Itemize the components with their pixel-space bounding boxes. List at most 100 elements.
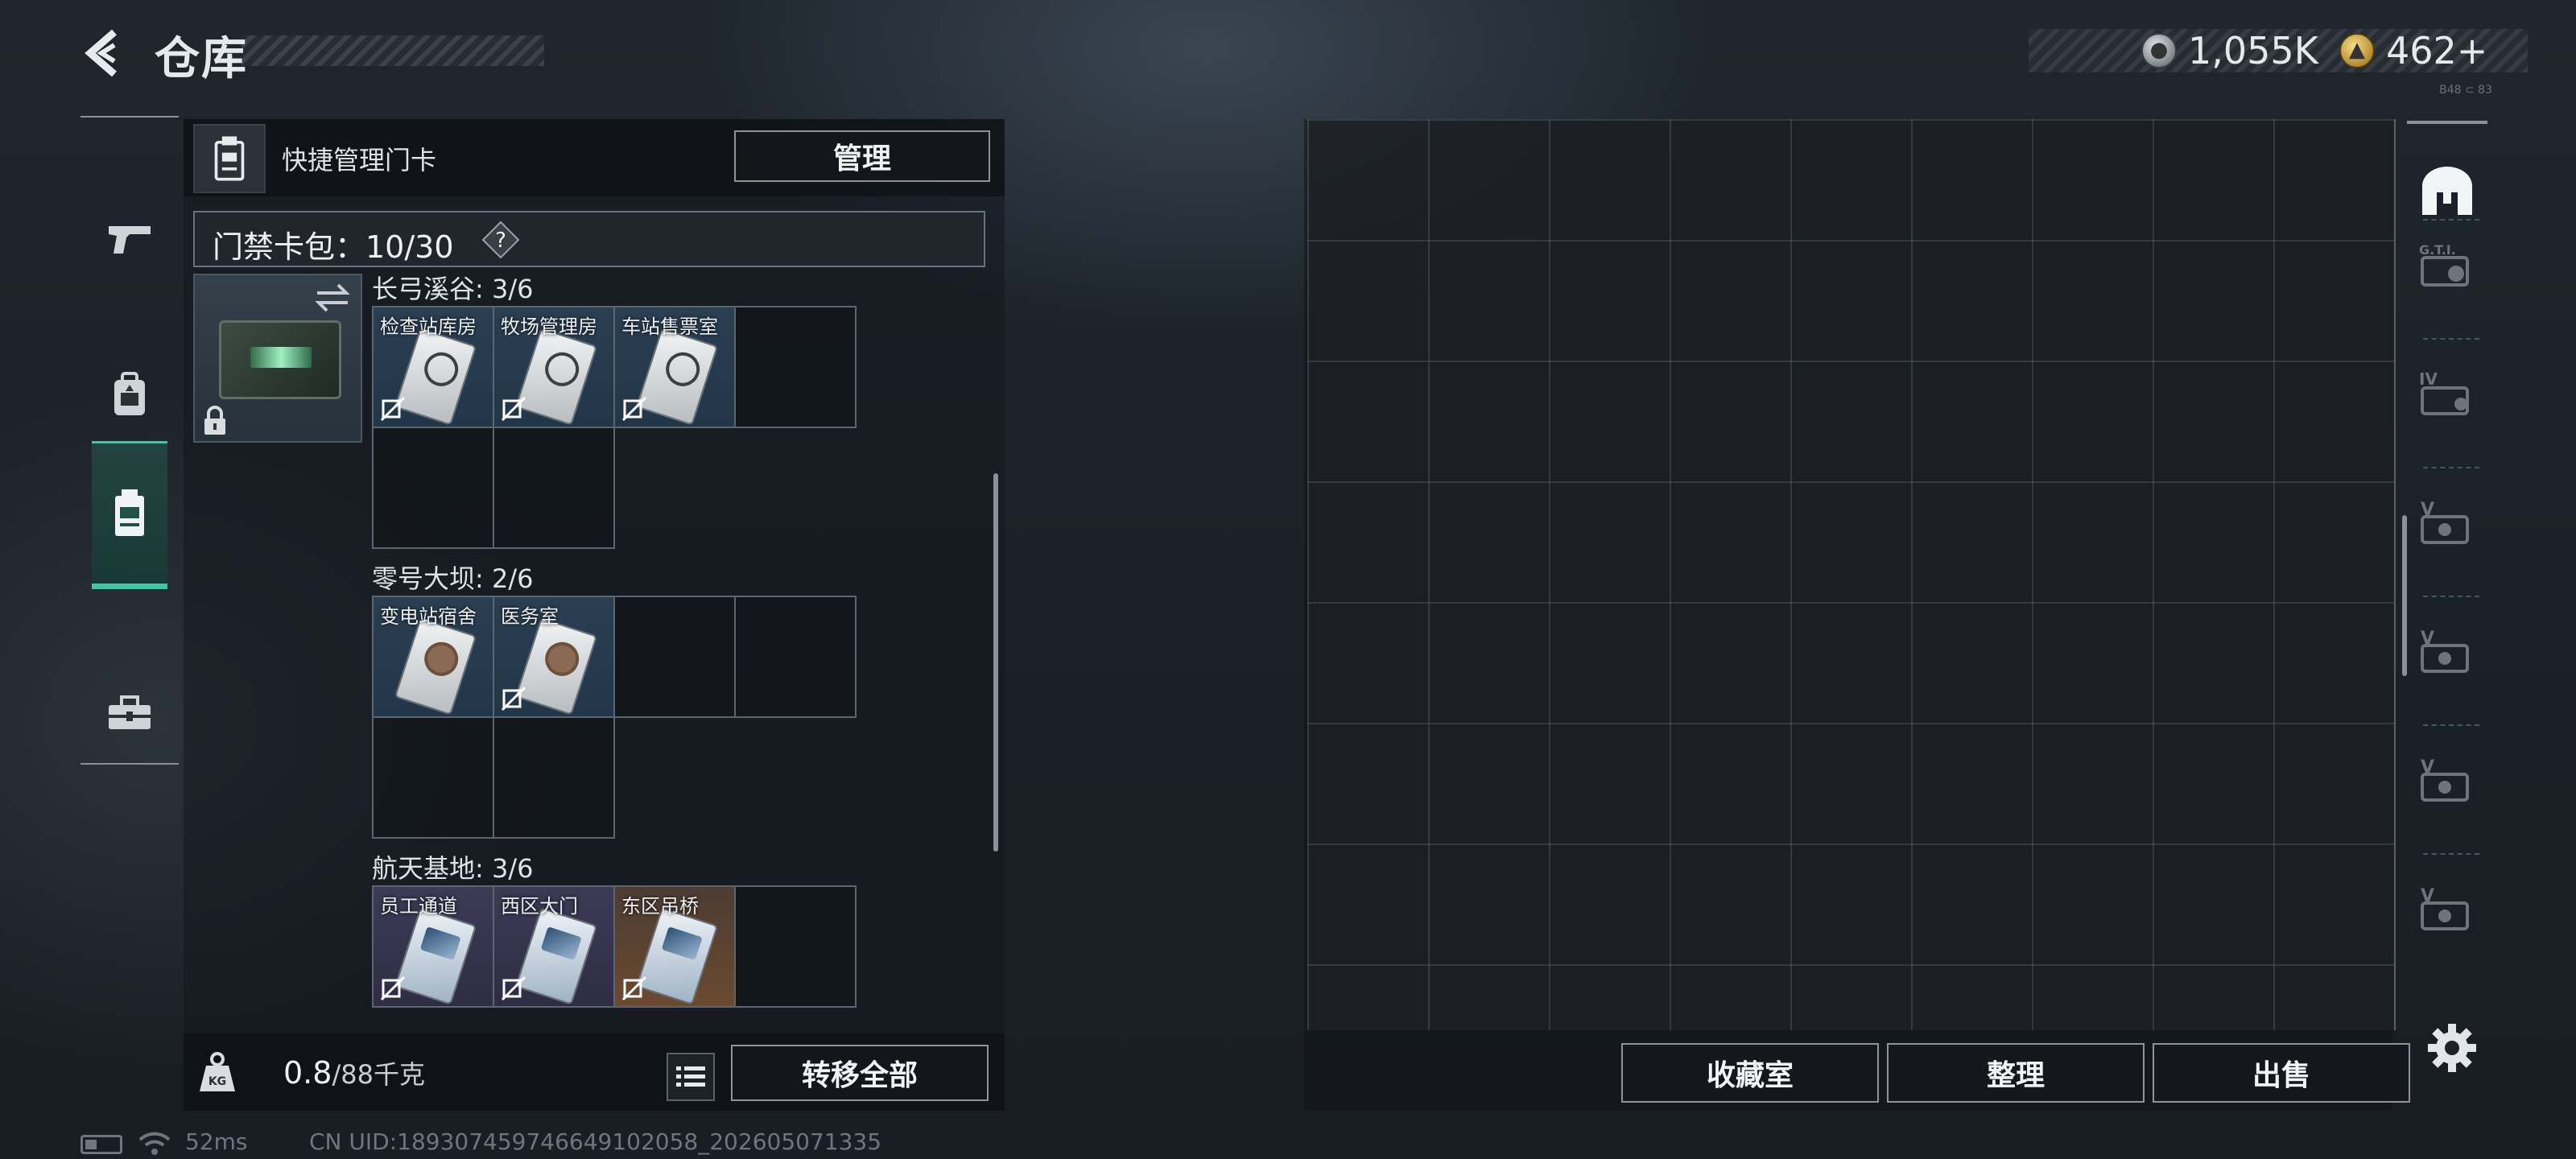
- uid-text: CN UID:18930745974664910205​8_2026050713…: [309, 1128, 882, 1155]
- strip-item-v-card[interactable]: V: [2415, 749, 2479, 813]
- empty-slot[interactable]: [374, 428, 494, 549]
- keycard-case-item[interactable]: [193, 274, 362, 443]
- keycard-slot[interactable]: 西区大门: [494, 887, 615, 1008]
- keycard-name: 变电站宿舍: [380, 605, 477, 628]
- keycard-image: [394, 617, 477, 716]
- nav-item-weapons[interactable]: [92, 164, 167, 312]
- keycard-name: 西区大门: [501, 895, 578, 918]
- toolbox-icon: [109, 695, 151, 729]
- v-card-icon: V: [2421, 500, 2469, 544]
- silver-currency[interactable]: ● 1,055K: [2141, 29, 2318, 72]
- transfer-all-button[interactable]: 转移全部: [731, 1045, 989, 1101]
- keycard-name: 牧场管理房: [501, 316, 597, 338]
- sell-button[interactable]: 出售: [2153, 1043, 2410, 1103]
- empty-slot[interactable]: [736, 887, 857, 1008]
- strip-item-v-card[interactable]: V: [2415, 877, 2479, 942]
- bound-icon: [501, 396, 526, 422]
- strip-separator: [2423, 467, 2479, 468]
- empty-slot[interactable]: [374, 718, 494, 839]
- strip-separator: [2423, 338, 2479, 340]
- keycard-slot[interactable]: 检查站库房: [374, 307, 494, 428]
- title-decoration: [242, 35, 544, 66]
- keycard-image: [394, 328, 477, 426]
- keycard-slot[interactable]: 变电站宿舍: [374, 597, 494, 718]
- keycard-image: [514, 328, 598, 426]
- weight-icon: KG: [200, 1052, 235, 1091]
- strip-item-home[interactable]: [2415, 159, 2479, 224]
- bound-icon: [380, 975, 406, 1001]
- keycard-grid: 变电站宿舍 医务室: [372, 596, 857, 839]
- organize-button[interactable]: 整理: [1887, 1043, 2145, 1103]
- nav-item-keycards[interactable]: [92, 441, 167, 589]
- ping-text: 52ms: [185, 1128, 248, 1155]
- keycard-slot[interactable]: 东区吊桥: [615, 887, 736, 1008]
- v-card-icon: V: [2421, 886, 2469, 930]
- gti-card-icon: G.T.I.: [2419, 242, 2469, 287]
- keycard-image: [514, 617, 598, 716]
- keycard-list-scrollbar[interactable]: [993, 473, 998, 852]
- quick-manage-header: 快捷管理门卡 管理: [184, 119, 1005, 196]
- svg-text:KG: KG: [208, 1075, 226, 1088]
- home-icon: [2422, 167, 2472, 215]
- keycard-slot[interactable]: 员工通道: [374, 887, 494, 1008]
- help-icon[interactable]: ?: [481, 221, 520, 259]
- empty-slot[interactable]: [736, 597, 857, 718]
- empty-slot[interactable]: [494, 428, 615, 549]
- strip-item-gti-card[interactable]: G.T.I.: [2415, 233, 2479, 298]
- group-title: 长弓溪谷: 3/6: [372, 274, 534, 304]
- keycard-slot[interactable]: 医务室: [494, 597, 615, 718]
- strip-item-iv-card[interactable]: IV: [2415, 362, 2479, 427]
- keycard-list[interactable]: 长弓溪谷: 3/6 检查站库房 牧场管理房 车站售票室 零号大坝: 2/6 变电…: [184, 274, 997, 1027]
- iv-card-icon: IV: [2419, 370, 2469, 415]
- keycard-name: 东区吊桥: [621, 895, 699, 918]
- keycard-case-icon: [115, 489, 144, 536]
- bound-icon: [380, 396, 406, 422]
- quick-manage-label: 快捷管理门卡: [282, 145, 437, 175]
- keycard-name: 员工通道: [380, 895, 457, 918]
- lock-icon: [204, 406, 225, 435]
- svg-text:?: ?: [495, 229, 506, 253]
- keycard-slot[interactable]: 车站售票室: [615, 307, 736, 428]
- bound-icon: [501, 686, 526, 711]
- keycard-slot[interactable]: 牧场管理房: [494, 307, 615, 428]
- gold-coin-icon: ▲: [2339, 33, 2375, 68]
- keycard-name: 车站售票室: [621, 316, 718, 338]
- empty-slot[interactable]: [494, 718, 615, 839]
- back-arrow-icon[interactable]: [77, 27, 129, 79]
- strip-separator: [2423, 724, 2479, 726]
- empty-slot[interactable]: [615, 597, 736, 718]
- storage-grid[interactable]: [1307, 119, 2396, 1030]
- nav-edge-bottom: [80, 763, 179, 765]
- weight-max: /88千克: [332, 1059, 425, 1090]
- v-card-icon: V: [2421, 629, 2469, 673]
- weight-current: 0.8: [283, 1055, 332, 1091]
- card-pack-bar: 门禁卡包：10/30 ?: [193, 211, 985, 267]
- nav-item-supplies[interactable]: [92, 639, 167, 787]
- page-title: 仓库: [155, 33, 248, 85]
- strip-edge: [2407, 121, 2487, 124]
- keycard-panel: 快捷管理门卡 管理 门禁卡包：10/30 ? 长弓溪谷: 3/6 检查站库房 牧…: [184, 119, 1005, 1111]
- keycard-image: [635, 328, 719, 426]
- group-title: 航天基地: 3/6: [372, 853, 534, 884]
- gold-currency[interactable]: ▲ 462+: [2339, 29, 2487, 72]
- group-title: 零号大坝: 2/6: [372, 563, 534, 594]
- keycard-name: 检查站库房: [380, 316, 477, 338]
- collection-room-button[interactable]: 收藏室: [1621, 1043, 1879, 1103]
- v-card-icon: V: [2421, 757, 2469, 802]
- list-view-button[interactable]: [667, 1053, 715, 1101]
- warehouse-storage: 收藏室 整理 出售: [1304, 119, 2410, 1111]
- keycard-grid: 员工通道 西区大门 东区吊桥: [372, 885, 857, 1008]
- list-icon: [676, 1066, 705, 1087]
- weight-value: 0.8/88千克: [283, 1054, 425, 1091]
- strip-item-v-card[interactable]: V: [2415, 620, 2479, 684]
- pistol-icon: [109, 226, 151, 254]
- manage-button[interactable]: 管理: [734, 130, 990, 182]
- keycard-name: 医务室: [501, 605, 559, 628]
- settings-gear-icon[interactable]: [2426, 1022, 2478, 1074]
- silver-currency-value: 1,055K: [2188, 29, 2318, 72]
- swap-icon[interactable]: [314, 282, 351, 314]
- version-text: B48 ⊂ 83: [2439, 84, 2492, 97]
- empty-slot[interactable]: [736, 307, 857, 428]
- keycard-case-icon: [193, 124, 266, 193]
- strip-item-v-card[interactable]: V: [2415, 491, 2479, 555]
